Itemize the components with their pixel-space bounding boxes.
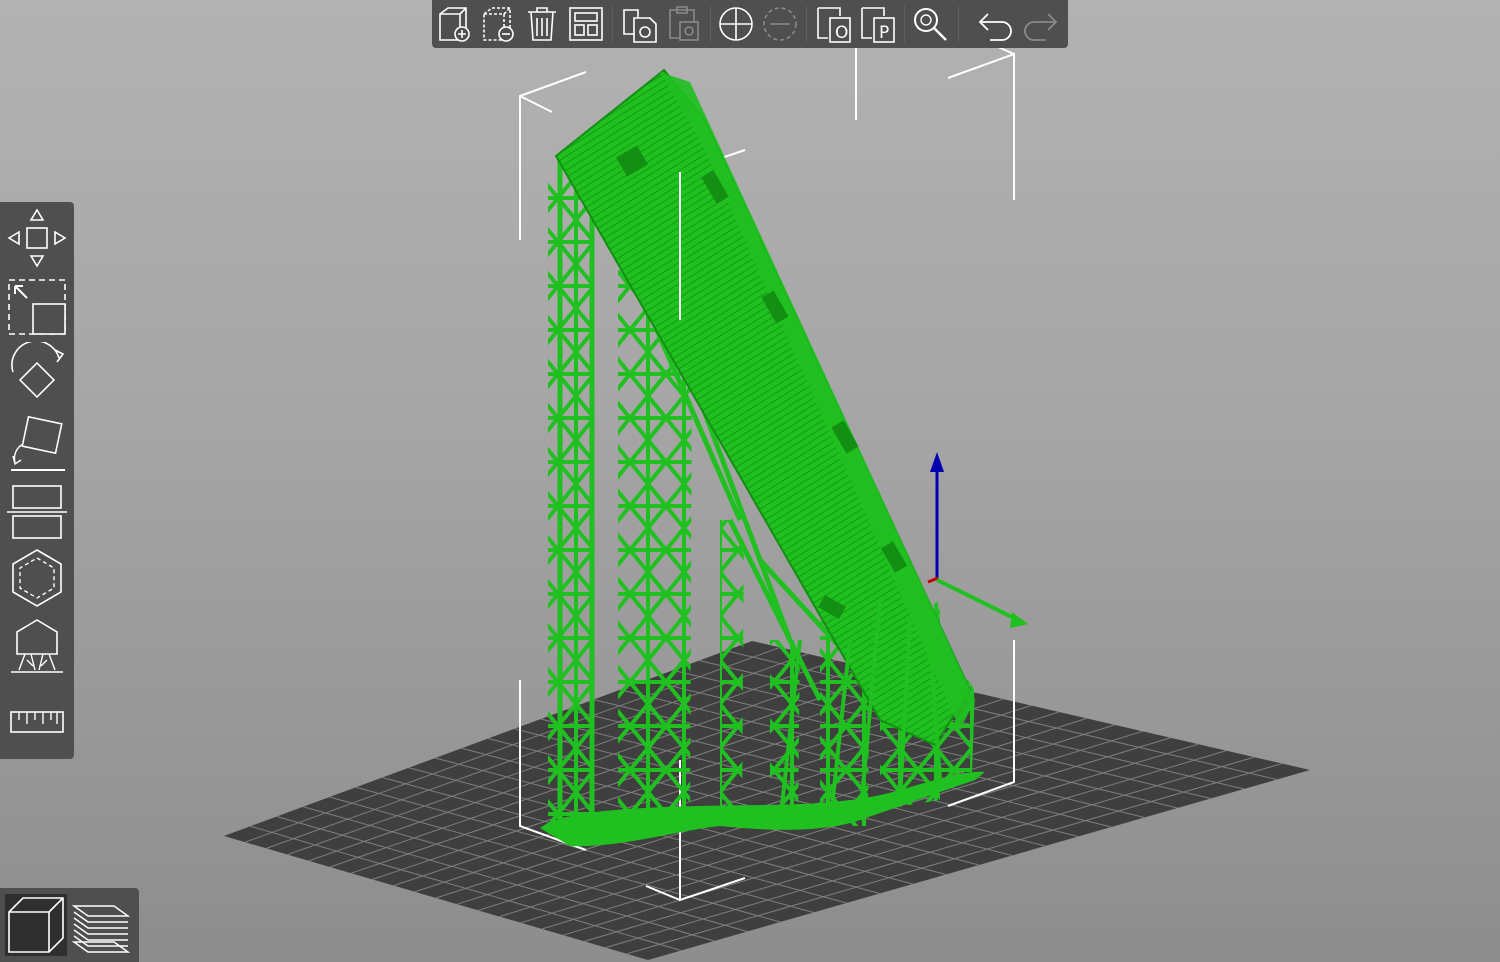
- view-toggle: [0, 888, 139, 962]
- arrange-icon[interactable]: [566, 4, 606, 44]
- delete-icon[interactable]: [478, 4, 518, 44]
- 3d-view-icon[interactable]: [5, 894, 67, 956]
- cut-icon[interactable]: [5, 478, 69, 542]
- print-bed: [224, 641, 1310, 960]
- search-icon[interactable]: [910, 4, 950, 44]
- undo-icon[interactable]: [976, 4, 1016, 44]
- redo-icon[interactable]: [1020, 4, 1060, 44]
- scale-icon[interactable]: [5, 274, 69, 338]
- add-icon[interactable]: [434, 4, 474, 44]
- preview-layers-icon[interactable]: [70, 894, 132, 956]
- measure-icon[interactable]: [5, 690, 69, 754]
- copy-icon[interactable]: [620, 4, 660, 44]
- split-to-parts-icon[interactable]: P: [858, 4, 898, 44]
- svg-text:P: P: [879, 23, 889, 43]
- add-instance-icon[interactable]: [716, 4, 756, 44]
- gizmo-toolbar: [0, 202, 74, 759]
- rotate-icon[interactable]: [5, 342, 69, 406]
- remove-instance-icon[interactable]: [760, 4, 800, 44]
- 3d-viewport[interactable]: [0, 0, 1500, 962]
- support-points-icon[interactable]: [5, 614, 69, 678]
- delete-all-icon[interactable]: [522, 4, 562, 44]
- hollow-icon[interactable]: [5, 546, 69, 610]
- place-on-face-icon[interactable]: [5, 410, 69, 474]
- paste-icon[interactable]: [664, 4, 704, 44]
- svg-text:O: O: [835, 23, 848, 43]
- split-to-objects-icon[interactable]: O: [814, 4, 854, 44]
- move-icon[interactable]: [5, 206, 69, 270]
- axes-gizmo: [927, 452, 1028, 628]
- main-toolbar: O P: [432, 0, 1068, 48]
